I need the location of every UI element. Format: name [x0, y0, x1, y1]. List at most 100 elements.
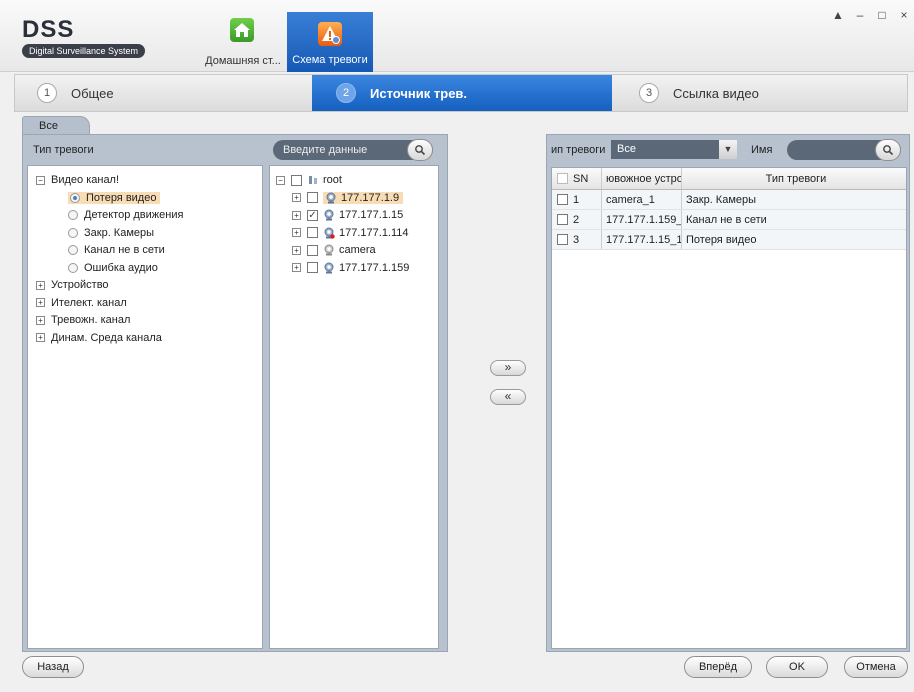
- tab-alarm-scheme[interactable]: Схема тревоги: [287, 12, 373, 72]
- tree-group-video-channel[interactable]: − Видео канал!: [28, 172, 262, 190]
- expand-icon[interactable]: +: [292, 245, 301, 255]
- cell-alarm-type: Канал не в сети: [686, 213, 767, 226]
- alarm-type-item[interactable]: Канал не в сети: [28, 242, 262, 260]
- cell-device: 177.177.1.159_1: [602, 210, 682, 229]
- step-number: 1: [37, 83, 57, 103]
- alarm-type-item[interactable]: Закр. Камеры: [28, 225, 262, 243]
- checkbox[interactable]: [291, 174, 302, 186]
- select-all-checkbox[interactable]: [557, 173, 568, 184]
- search-button[interactable]: [407, 139, 433, 161]
- camera-icon: [323, 262, 335, 274]
- step-video-link[interactable]: 3 Ссылка видео: [639, 75, 759, 111]
- device-tree: − root +177.177.1.9 + ✓ 177.177.1.15 +177.1…: [269, 165, 439, 649]
- alarm-type-filter-select[interactable]: Все ▼: [611, 140, 737, 159]
- table-row[interactable]: 3 177.177.1.15_1 Потеря видео: [552, 230, 906, 250]
- name-search-input[interactable]: [795, 142, 871, 158]
- device-group-icon: [307, 174, 319, 186]
- alarm-type-item[interactable]: Потеря видео: [28, 190, 262, 208]
- search-button[interactable]: [875, 139, 901, 161]
- alarm-type-label: Потеря видео: [86, 191, 157, 204]
- collapse-icon[interactable]: −: [276, 175, 285, 185]
- alarm-type-item[interactable]: Ошибка аудио: [28, 260, 262, 278]
- name-search: [787, 139, 901, 161]
- collapse-icon[interactable]: −: [36, 175, 45, 185]
- ok-button[interactable]: OK: [766, 656, 828, 678]
- device-item[interactable]: + camera: [270, 242, 438, 260]
- step-label: Общее: [71, 85, 114, 101]
- cell-device: camera_1: [602, 190, 682, 209]
- tree-group-dynamic-environment[interactable]: + Динам. Среда канала: [28, 330, 262, 348]
- device-item[interactable]: +177.177.1.9: [270, 190, 438, 208]
- alarm-source-panel: Тип тревоги −Видео канал! Потеря видео Д…: [22, 134, 448, 652]
- cell-alarm-type: Потеря видео: [686, 233, 757, 246]
- search-icon: [415, 145, 426, 156]
- table-row[interactable]: 1 camera_1 Закр. Камеры: [552, 190, 906, 210]
- tab-home[interactable]: Домашняя ст...: [200, 16, 286, 70]
- cell-sn: 3: [552, 230, 602, 249]
- column-header-alarm-type[interactable]: Тип тревоги: [682, 168, 906, 189]
- expand-icon[interactable]: +: [36, 315, 45, 325]
- checkbox[interactable]: [307, 192, 318, 204]
- row-checkbox[interactable]: [557, 214, 568, 225]
- cancel-button[interactable]: Отмена: [844, 656, 908, 678]
- table-row[interactable]: 2 177.177.1.159_1 Канал не в сети: [552, 210, 906, 230]
- expand-icon[interactable]: +: [36, 298, 45, 308]
- add-to-selection-button[interactable]: »: [490, 360, 526, 376]
- remove-from-selection-button[interactable]: «: [490, 389, 526, 405]
- back-button[interactable]: Назад: [22, 656, 84, 678]
- cell-sn-value: 3: [573, 233, 580, 246]
- alarm-type-filter-label: ип тревоги: [551, 144, 606, 156]
- radio-selected-icon[interactable]: [70, 192, 80, 203]
- alarm-type-label: Канал не в сети: [84, 244, 165, 256]
- device-item-highlight: 177.177.1.9: [323, 191, 404, 204]
- step-general[interactable]: 1 Общее: [37, 75, 114, 111]
- maximize-icon[interactable]: □: [876, 8, 888, 22]
- expand-icon[interactable]: +: [292, 193, 301, 203]
- expand-icon[interactable]: +: [292, 228, 301, 238]
- radio-icon[interactable]: [68, 245, 78, 256]
- row-checkbox[interactable]: [557, 194, 568, 205]
- camera-gray-icon: [323, 244, 335, 256]
- minimize-icon[interactable]: –: [854, 8, 866, 22]
- tree-group-alarm-channel[interactable]: + Тревожн. канал: [28, 312, 262, 330]
- device-item[interactable]: +177.177.1.114: [270, 225, 438, 243]
- lock-icon[interactable]: ▲: [832, 8, 844, 22]
- checkbox-checked[interactable]: ✓: [307, 209, 318, 221]
- checkbox[interactable]: [307, 262, 318, 274]
- chevron-down-icon[interactable]: ▼: [719, 140, 737, 159]
- device-item[interactable]: + ✓ 177.177.1.15: [270, 207, 438, 225]
- column-header-device[interactable]: ювожное устройс: [602, 168, 682, 189]
- selected-alarms-panel: ип тревоги Все ▼ Имя SN ювожное устройс …: [546, 134, 910, 652]
- tab-all[interactable]: Все: [22, 116, 90, 136]
- device-search-input[interactable]: [283, 142, 403, 158]
- radio-icon[interactable]: [68, 210, 78, 221]
- radio-icon[interactable]: [68, 227, 78, 238]
- expand-icon[interactable]: +: [36, 280, 45, 290]
- tree-group-device[interactable]: + Устройство: [28, 277, 262, 295]
- cell-sn: 2: [552, 210, 602, 229]
- tree-group-intelligent-channel[interactable]: + Ителект. канал: [28, 295, 262, 313]
- device-tree-root[interactable]: − root: [270, 172, 438, 190]
- radio-icon[interactable]: [68, 262, 78, 273]
- column-header-sn[interactable]: SN: [552, 168, 602, 189]
- next-button[interactable]: Вперёд: [684, 656, 752, 678]
- device-root-label: root: [323, 174, 342, 186]
- device-label: 177.177.1.9: [341, 191, 400, 204]
- row-checkbox[interactable]: [557, 234, 568, 245]
- search-icon: [883, 145, 894, 156]
- step-alarm-source[interactable]: 2 Источник трев.: [312, 75, 612, 111]
- checkbox[interactable]: [307, 227, 318, 239]
- close-icon[interactable]: ×: [898, 8, 910, 22]
- checkbox[interactable]: [307, 244, 318, 256]
- expand-icon[interactable]: +: [36, 333, 45, 343]
- expand-icon[interactable]: +: [292, 263, 301, 273]
- logo-title: DSS: [22, 16, 75, 43]
- tree-group-label: Устройство: [51, 279, 109, 291]
- device-item[interactable]: +177.177.1.159: [270, 260, 438, 278]
- logo-subtitle: Digital Surveillance System: [22, 44, 146, 58]
- alarm-type-tree: − Видео канал! Потеря видео Детектор движ…: [27, 165, 263, 649]
- expand-icon[interactable]: +: [292, 210, 301, 220]
- alarm-type-item[interactable]: Детектор движения: [28, 207, 262, 225]
- title-bar: DSS Digital Surveillance System Домашняя…: [0, 0, 914, 72]
- home-icon: [230, 18, 254, 42]
